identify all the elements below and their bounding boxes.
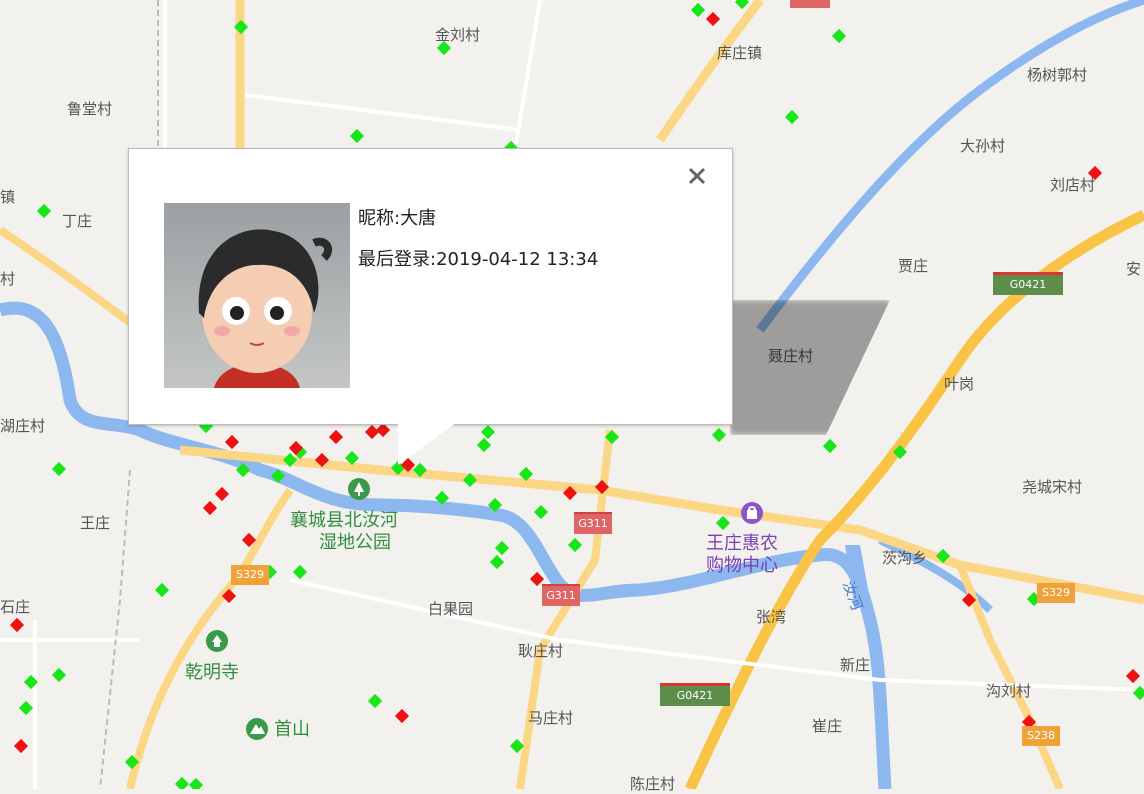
place-label: 丁庄 [62, 212, 93, 230]
place-label: 刘店村 [1050, 176, 1096, 194]
place-label: 镇 [0, 188, 16, 206]
place-label: 陈庄村 [630, 775, 676, 793]
shopping-label[interactable]: 王庄惠农 购物中心 [706, 533, 778, 577]
place-label: 张湾 [756, 608, 787, 626]
place-label: 安 [1126, 260, 1142, 278]
temple-label[interactable]: 乾明寺 [185, 662, 239, 684]
temple-icon[interactable] [206, 630, 228, 652]
place-label: 石庄 [0, 598, 31, 616]
park-icon[interactable] [348, 478, 370, 500]
place-label: 湖庄村 [0, 417, 46, 435]
highway-shield: S329 [1037, 583, 1075, 603]
highway-shield: S329 [231, 565, 269, 585]
park-label[interactable]: 襄城县北汝河 湿地公园 [290, 510, 398, 554]
place-label: 新庄 [840, 656, 871, 674]
place-label: 金刘村 [435, 26, 481, 44]
highway-shield: G311 [542, 584, 580, 606]
place-label: 贾庄 [898, 257, 929, 275]
shoushan-label[interactable]: 首山 [274, 719, 310, 741]
place-label: 王庄 [80, 514, 111, 532]
highway-shield: G311 [574, 512, 612, 534]
place-label: 杨树郭村 [1027, 66, 1088, 84]
close-button[interactable] [684, 163, 710, 189]
place-label: 鲁堂村 [67, 100, 113, 118]
mountain-icon[interactable] [246, 718, 268, 740]
last-login-text: 最后登录:2019-04-12 13:34 [358, 249, 599, 270]
popup-pointer [398, 420, 460, 465]
place-label: 尧城宋村 [1022, 478, 1083, 496]
close-icon[interactable] [684, 163, 710, 189]
place-label: 库庄镇 [717, 44, 763, 62]
highway-shield: G0421 [993, 272, 1063, 295]
nickname-text: 昵称:大唐 [358, 208, 437, 229]
highway-shield-partial [790, 0, 830, 8]
place-label: 崔庄 [812, 717, 843, 735]
place-label: 村 [0, 270, 16, 288]
highway-shield: G0421 [660, 683, 730, 706]
avatar [164, 203, 350, 388]
place-label: 耿庄村 [518, 642, 564, 660]
place-label: 茨沟乡 [882, 549, 928, 567]
place-label: 大孙村 [960, 137, 1006, 155]
shopping-icon[interactable] [741, 502, 763, 524]
highway-shield: S238 [1022, 726, 1060, 746]
place-label: 沟刘村 [986, 682, 1032, 700]
place-label: 马庄村 [528, 709, 574, 727]
info-popup: 昵称:大唐 最后登录:2019-04-12 13:34 [128, 148, 733, 425]
place-label: 白果园 [428, 600, 474, 618]
place-label: 叶岗 [944, 375, 975, 393]
